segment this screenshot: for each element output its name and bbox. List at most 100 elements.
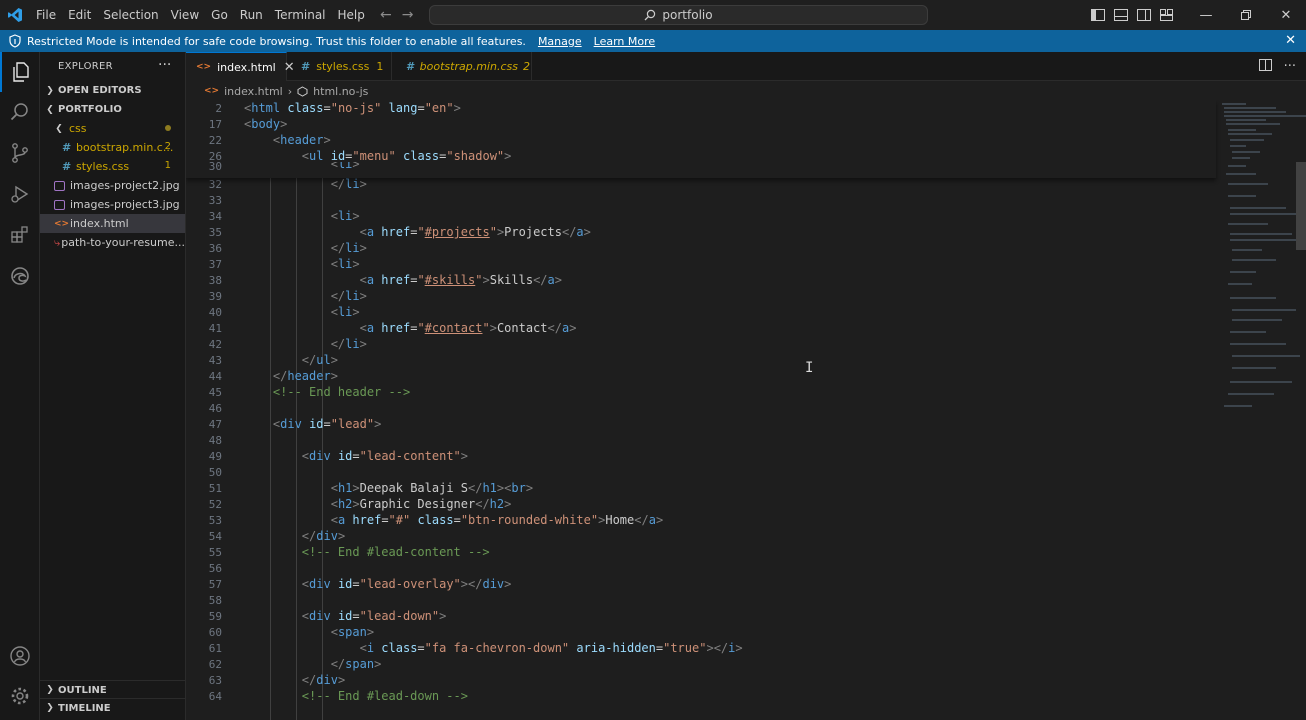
breadcrumb-file[interactable]: index.html	[224, 85, 283, 98]
code-line: 53 <a href="#" class="btn-rounded-white"…	[186, 512, 1216, 528]
toggle-secondary-sidebar-icon[interactable]	[1132, 0, 1155, 30]
line-number: 39	[208, 290, 222, 303]
split-editor-icon[interactable]	[1258, 59, 1272, 75]
toggle-primary-sidebar-icon[interactable]	[1086, 0, 1109, 30]
menu-help[interactable]: Help	[332, 0, 371, 30]
portfolio-folder-section[interactable]: ❮ PORTFOLIO	[40, 100, 185, 119]
line-number: 37	[208, 258, 222, 271]
line-code: <!-- End #lead-down -->	[301, 689, 468, 703]
menu-terminal[interactable]: Terminal	[269, 0, 332, 30]
code-line: 39 </li>	[186, 288, 1216, 304]
tree-file-bootstrap[interactable]: # bootstrap.min.c... 2	[40, 138, 185, 157]
tree-file-images-project3[interactable]: images-project3.jpg	[40, 195, 185, 214]
outline-section[interactable]: ❯ OUTLINE	[40, 680, 185, 699]
customize-layout-icon[interactable]	[1155, 0, 1178, 30]
back-arrow-icon[interactable]: ←	[380, 7, 392, 23]
minimize-icon[interactable]: —	[1186, 0, 1226, 30]
code-editor[interactable]: 2 <html class="no-js" lang="en"> 17 <body>…	[186, 100, 1306, 720]
code-line: 37 <li>	[186, 256, 1216, 272]
line-number: 57	[208, 578, 222, 591]
tab-problem-badge: 1	[376, 60, 384, 73]
file-label: images-project3.jpg	[70, 198, 180, 211]
code-line: 52 <h2>Graphic Designer</h2>	[186, 496, 1216, 512]
menu-view[interactable]: View	[165, 0, 205, 30]
line-code: <li>	[330, 209, 360, 223]
timeline-section[interactable]: ❯ TIMELINE	[40, 698, 185, 717]
source-control-icon[interactable]	[0, 133, 40, 173]
menu-selection[interactable]: Selection	[97, 0, 164, 30]
edge-devtools-icon[interactable]	[0, 256, 40, 296]
close-window-icon[interactable]: ✕	[1266, 0, 1306, 30]
activity-bar	[0, 52, 40, 720]
menu-run[interactable]: Run	[234, 0, 269, 30]
symbol-element-icon	[297, 85, 308, 97]
code-line: 17 <body>	[186, 116, 1216, 132]
html-file-icon: <>	[204, 86, 220, 96]
line-number: 46	[208, 402, 222, 415]
tree-folder-css[interactable]: ❮ css	[40, 119, 185, 138]
file-label: styles.css	[76, 160, 130, 173]
code-line: 63 </div>	[186, 672, 1216, 688]
text-cursor-icon: I	[805, 360, 814, 376]
settings-gear-icon[interactable]	[0, 676, 40, 716]
search-icon	[644, 9, 656, 21]
menu-go[interactable]: Go	[205, 0, 234, 30]
line-number: 52	[208, 498, 222, 511]
forward-arrow-icon[interactable]: →	[402, 7, 414, 23]
file-label: index.html	[70, 217, 129, 230]
explorer-icon[interactable]	[0, 52, 40, 92]
chevron-down-icon: ❮	[46, 104, 54, 115]
run-debug-icon[interactable]	[0, 174, 40, 214]
line-code: <header>	[272, 133, 331, 147]
tree-file-resume-pdf[interactable]: ⤷ path-to-your-resume...	[40, 233, 185, 252]
tab-index-html[interactable]: <> index.html ✕	[186, 52, 295, 81]
line-number: 64	[208, 690, 222, 703]
line-number: 54	[208, 530, 222, 543]
search-text: portfolio	[662, 8, 713, 22]
code-line: 30 <li>	[186, 162, 1216, 174]
tab-styles-css[interactable]: # styles.css 1	[287, 52, 392, 81]
tree-file-images-project2[interactable]: images-project2.jpg	[40, 176, 185, 195]
html-file-icon: <>	[54, 218, 70, 229]
outline-label: OUTLINE	[58, 684, 107, 696]
learn-more-link[interactable]: Learn More	[594, 35, 656, 48]
toggle-panel-icon[interactable]	[1109, 0, 1132, 30]
restore-icon[interactable]	[1226, 0, 1266, 30]
minimap[interactable]	[1216, 100, 1306, 720]
tree-file-styles[interactable]: # styles.css 1	[40, 157, 185, 176]
line-code: </span>	[330, 657, 382, 671]
close-banner-icon[interactable]: ✕	[1285, 33, 1296, 48]
image-file-icon	[54, 199, 65, 210]
accounts-icon[interactable]	[0, 636, 40, 676]
search-view-icon[interactable]	[0, 92, 40, 132]
code-line: 58	[186, 592, 1216, 608]
code-line: 47 <div id="lead">	[186, 416, 1216, 432]
tree-file-index-html[interactable]: <> index.html	[40, 214, 185, 233]
scrollbar-thumb[interactable]	[1296, 162, 1306, 250]
line-code: <li>	[330, 305, 360, 319]
manage-link[interactable]: Manage	[538, 35, 582, 48]
shield-info-icon	[9, 34, 21, 48]
menu-edit[interactable]: Edit	[62, 0, 97, 30]
tab-bootstrap-css[interactable]: # bootstrap.min.css 2	[392, 52, 532, 81]
more-actions-icon[interactable]: ···	[1284, 59, 1296, 75]
open-editors-section[interactable]: ❯ OPEN EDITORS	[40, 81, 185, 100]
line-number: 59	[208, 610, 222, 623]
more-actions-icon[interactable]: ···	[158, 57, 171, 73]
css-file-icon: #	[406, 60, 414, 73]
line-code: </header>	[272, 369, 338, 383]
line-code: <li>	[330, 162, 360, 171]
problem-count-badge: 1	[164, 160, 171, 171]
line-code: <!-- End header -->	[272, 385, 411, 399]
breadcrumb-symbol[interactable]: html.no-js	[313, 85, 368, 98]
code-line: 42 </li>	[186, 336, 1216, 352]
line-number: 44	[208, 370, 222, 383]
line-number: 49	[208, 450, 222, 463]
extensions-icon[interactable]	[0, 215, 40, 255]
menu-bar: File Edit Selection View Go Run Terminal…	[30, 0, 371, 30]
line-code: <span>	[330, 625, 375, 639]
banner-message: Restricted Mode is intended for safe cod…	[27, 34, 526, 48]
menu-file[interactable]: File	[30, 0, 62, 30]
command-center-search[interactable]: portfolio	[429, 5, 928, 25]
code-line: 60 <span>	[186, 624, 1216, 640]
